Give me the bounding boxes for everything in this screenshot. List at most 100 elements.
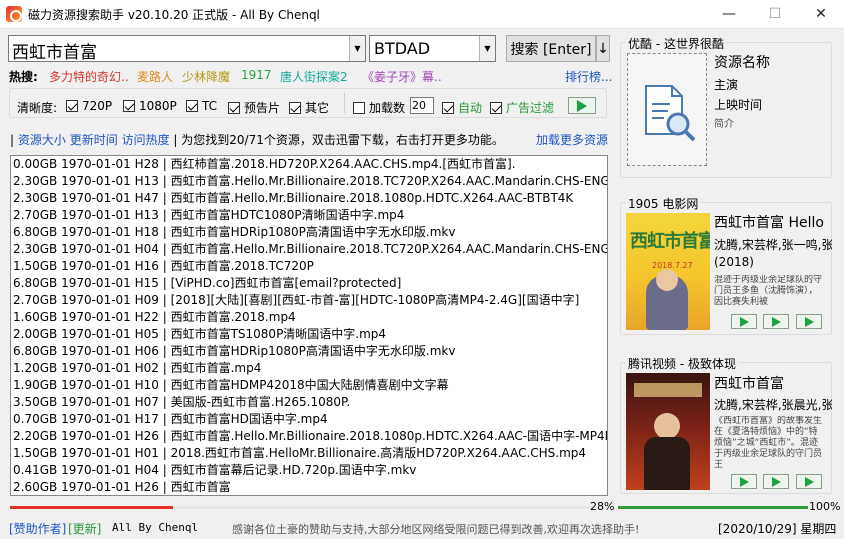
tencent-cast: 沈腾,宋芸桦,张晨光,张: [714, 398, 832, 412]
checkbox-ad-filter[interactable]: 广告过滤: [490, 99, 554, 116]
update-link[interactable]: [更新]: [68, 520, 101, 537]
close-button[interactable]: ✕: [798, 0, 844, 28]
result-row[interactable]: 1.20GB 1970-01-01 H02 | 西虹市首富.mp4: [11, 360, 607, 377]
status-date: [2020/10/29] 星期四: [718, 522, 837, 536]
rank-link[interactable]: 排行榜...: [565, 68, 612, 85]
poster-placeholder[interactable]: [627, 53, 707, 166]
youku-title: 优酷 - 这世界很酷: [626, 35, 726, 52]
youku-cast-label: 主演: [714, 78, 739, 92]
result-row[interactable]: 2.70GB 1970-01-01 H13 | 西虹市首富HDTC1080P清晰…: [11, 207, 607, 224]
tencent-desc: 《西虹市首富》的故事发生在《夏洛特烦恼》中的“特烦恼”之城“西虹市”。混迹于丙级…: [714, 416, 823, 470]
apply-filter-button[interactable]: [568, 97, 596, 114]
sponsor-link[interactable]: [赞助作者]: [9, 520, 66, 537]
result-row[interactable]: 2.00GB 1970-01-01 H05 | 西虹市首富TS1080P清晰国语…: [11, 326, 607, 343]
checkbox-icon[interactable]: [353, 101, 365, 114]
app-icon: [6, 6, 22, 22]
load-count-input[interactable]: 20: [410, 97, 434, 114]
result-row[interactable]: 1.60GB 1970-01-01 H22 | 西虹市首富.2018.mp4: [11, 309, 607, 326]
result-row[interactable]: 6.80GB 1970-01-01 H06 | 西虹市首富HDRip1080P高…: [11, 343, 607, 360]
checkbox-auto[interactable]: 自动: [442, 99, 482, 116]
sort-arrow-button[interactable]: ↓: [596, 35, 610, 62]
m1905-title: 1905 电影网: [626, 195, 701, 212]
m1905-year: (2018): [714, 255, 754, 269]
hot-item[interactable]: 麦路人: [137, 68, 173, 85]
checkbox-720p[interactable]: 720P: [66, 99, 112, 113]
play-button[interactable]: [731, 474, 757, 489]
hot-item[interactable]: 少林降魔: [182, 68, 230, 85]
result-row[interactable]: 6.80GB 1970-01-01 H18 | 西虹市首富HDRip1080P高…: [11, 224, 607, 241]
youku-name-label: 资源名称: [714, 55, 770, 71]
progress-fill: [618, 506, 808, 509]
maximize-button[interactable]: ☐: [752, 0, 798, 28]
author-text: All By Chenql: [112, 521, 199, 534]
sort-bar: | 资源大小 更新时间 访问热度 | 为您找到20/71个资源，双击迅雷下载，右…: [10, 133, 504, 147]
chevron-down-icon[interactable]: ▼: [479, 36, 495, 61]
load-more-link[interactable]: 加载更多资源: [536, 131, 608, 148]
play-button[interactable]: [763, 474, 789, 489]
result-row[interactable]: 2.70GB 1970-01-01 H09 | [2018][大陆][喜剧][西…: [11, 292, 607, 309]
youku-desc-label: 简介: [714, 119, 734, 130]
poster-title: 西虹市首富: [630, 231, 710, 252]
checkbox-icon[interactable]: [186, 100, 198, 112]
status-message: 感谢各位土豪的赞助与支持,大部分地区网络受限问题已得到改善,欢迎再次选择助手!: [232, 523, 640, 536]
poster-tencent[interactable]: [626, 373, 710, 490]
checkbox-icon[interactable]: [289, 101, 301, 114]
tencent-movie-title: 西虹市首富: [714, 376, 784, 392]
play-button[interactable]: [731, 314, 757, 329]
checkbox-icon[interactable]: [123, 100, 135, 112]
checkbox-other[interactable]: 其它: [289, 99, 329, 116]
checkbox-trailer[interactable]: 预告片: [228, 99, 280, 116]
sort-time-link[interactable]: 更新时间: [70, 133, 118, 147]
result-row[interactable]: 1.90GB 1970-01-01 H10 | 西虹市首富HDMP42018中国…: [11, 377, 607, 394]
tencent-title: 腾讯视频 - 极致体现: [626, 355, 738, 372]
hot-item[interactable]: 《姜子牙》幕..: [362, 68, 442, 85]
m1905-desc: 混迹于丙级业余足球队的守门员王多鱼（沈腾饰演），因比赛失利被: [714, 275, 823, 307]
source-select[interactable]: BTDAD ▼: [369, 35, 496, 62]
poster-date: 2018.7.27: [652, 261, 693, 270]
poster-banner: [634, 383, 702, 397]
result-row[interactable]: 2.20GB 1970-01-01 H26 | 西虹市首富.Hello.Mr.B…: [11, 428, 607, 445]
result-row[interactable]: 0.70GB 1970-01-01 H17 | 西虹市首富HD国语中字.mp4: [11, 411, 607, 428]
search-combobox[interactable]: 西虹市首富 ▼: [8, 35, 366, 63]
result-row[interactable]: 0.41GB 1970-01-01 H04 | 西虹市首富幕后记录.HD.720…: [11, 462, 607, 479]
hot-item[interactable]: 1917: [241, 68, 272, 82]
hot-item[interactable]: 多力特的奇幻..: [49, 68, 129, 85]
m1905-cast: 沈腾,宋芸桦,张一鸣,张: [714, 238, 832, 252]
poster-face: [654, 413, 680, 439]
checkbox-icon[interactable]: [66, 100, 78, 112]
chevron-down-icon[interactable]: ▼: [349, 36, 365, 61]
checkbox-tc[interactable]: TC: [186, 99, 217, 113]
result-row[interactable]: 2.60GB 1970-01-01 H26 | 西虹市首富: [11, 479, 607, 495]
status-bar: [赞助作者] [更新] All By Chenql 感谢各位土豪的赞助与支持,大…: [0, 516, 844, 539]
result-row[interactable]: 1.50GB 1970-01-01 H16 | 西虹市首富.2018.TC720…: [11, 258, 607, 275]
minimize-button[interactable]: —: [706, 0, 752, 28]
result-row[interactable]: 2.30GB 1970-01-01 H47 | 西虹市首富.Hello.Mr.B…: [11, 190, 607, 207]
checkbox-icon[interactable]: [228, 101, 240, 114]
checkbox-icon[interactable]: [442, 101, 454, 114]
progress-fill: [10, 506, 173, 509]
poster-1905[interactable]: 西虹市首富 2018.7.27: [626, 213, 710, 330]
result-row[interactable]: 2.30GB 1970-01-01 H04 | 西虹市首富.Hello.Mr.B…: [11, 241, 607, 258]
sort-size-link[interactable]: 资源大小: [18, 133, 66, 147]
result-row[interactable]: 6.80GB 1970-01-01 H15 | [ViPHD.co]西虹市首富[…: [11, 275, 607, 292]
result-row[interactable]: 0.00GB 1970-01-01 H28 | 西红柿首富.2018.HD720…: [11, 156, 607, 173]
hot-label: 热搜:: [9, 70, 38, 84]
result-row[interactable]: 1.50GB 1970-01-01 H01 | 2018.西虹市首富.Hello…: [11, 445, 607, 462]
results-list[interactable]: 0.00GB 1970-01-01 H28 | 西红柿首富.2018.HD720…: [10, 155, 608, 496]
play-button[interactable]: [796, 474, 822, 489]
search-input[interactable]: 西虹市首富: [12, 38, 97, 63]
checkbox-1080p[interactable]: 1080P: [123, 99, 177, 113]
result-row[interactable]: 3.50GB 1970-01-01 H07 | 美国版-西虹市首富.H265.1…: [11, 394, 607, 411]
checkbox-load-count[interactable]: 加载数: [353, 99, 405, 116]
play-button[interactable]: [796, 314, 822, 329]
search-button[interactable]: 搜索 [Enter]: [506, 35, 596, 62]
poster-figure: [644, 437, 690, 490]
sort-heat-link[interactable]: 访问热度: [122, 133, 170, 147]
hot-item[interactable]: 唐人街探案2: [280, 68, 348, 85]
result-row[interactable]: 2.30GB 1970-01-01 H13 | 西虹市首富.Hello.Mr.B…: [11, 173, 607, 190]
poster-face: [656, 269, 678, 291]
play-button[interactable]: [763, 314, 789, 329]
window-title: 磁力资源搜索助手 v20.10.20 正式版 - All By Chenql: [28, 8, 320, 22]
checkbox-icon[interactable]: [490, 101, 502, 114]
progress-left-text: 28%: [590, 500, 615, 513]
